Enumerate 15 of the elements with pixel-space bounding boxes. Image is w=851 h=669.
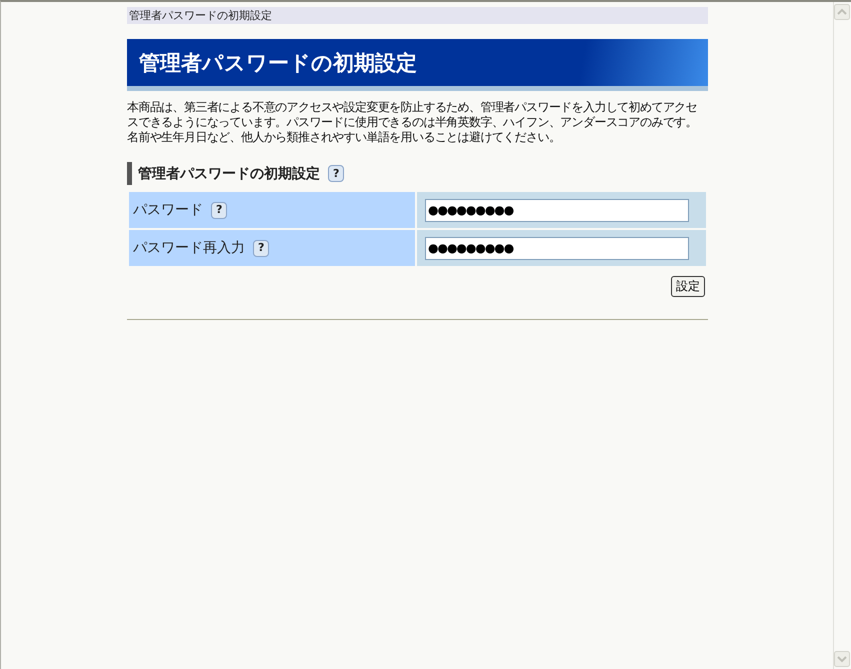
password-field[interactable]: ●●●●●●●●● <box>425 236 689 260</box>
section-heading: 管理者パスワードの初期設定 <box>138 164 320 182</box>
description-text: 本商品は、第三者による不意のアクセスや設定変更を防止するため、管理者パスワードを入力して初めてアクセスできるようになっています。パスワードに使用できるのは半角英数字、ハイフン、アンダースコアのみです。名前や生年月日など、他人から類推されやすい単語を用いることは避けてください。 <box>127 100 698 145</box>
scrollbar[interactable] <box>834 2 850 669</box>
page-title-banner: 管理者パスワードの初期設定 <box>127 39 708 91</box>
scroll-down-icon[interactable] <box>834 651 850 667</box>
password-field[interactable]: ●●●●●●●●● <box>425 198 689 222</box>
scroll-up-icon[interactable] <box>834 4 850 20</box>
field-label-cell: パスワード ? <box>129 192 415 228</box>
breadcrumb: 管理者パスワードの初期設定 <box>127 7 708 24</box>
help-button[interactable]: ? <box>211 202 228 218</box>
help-button[interactable]: ? <box>253 240 270 256</box>
field-label-cell: パスワード再入力 ? <box>129 230 415 266</box>
help-button[interactable]: ? <box>328 165 344 182</box>
submit-button[interactable]: 設定 <box>671 276 705 297</box>
